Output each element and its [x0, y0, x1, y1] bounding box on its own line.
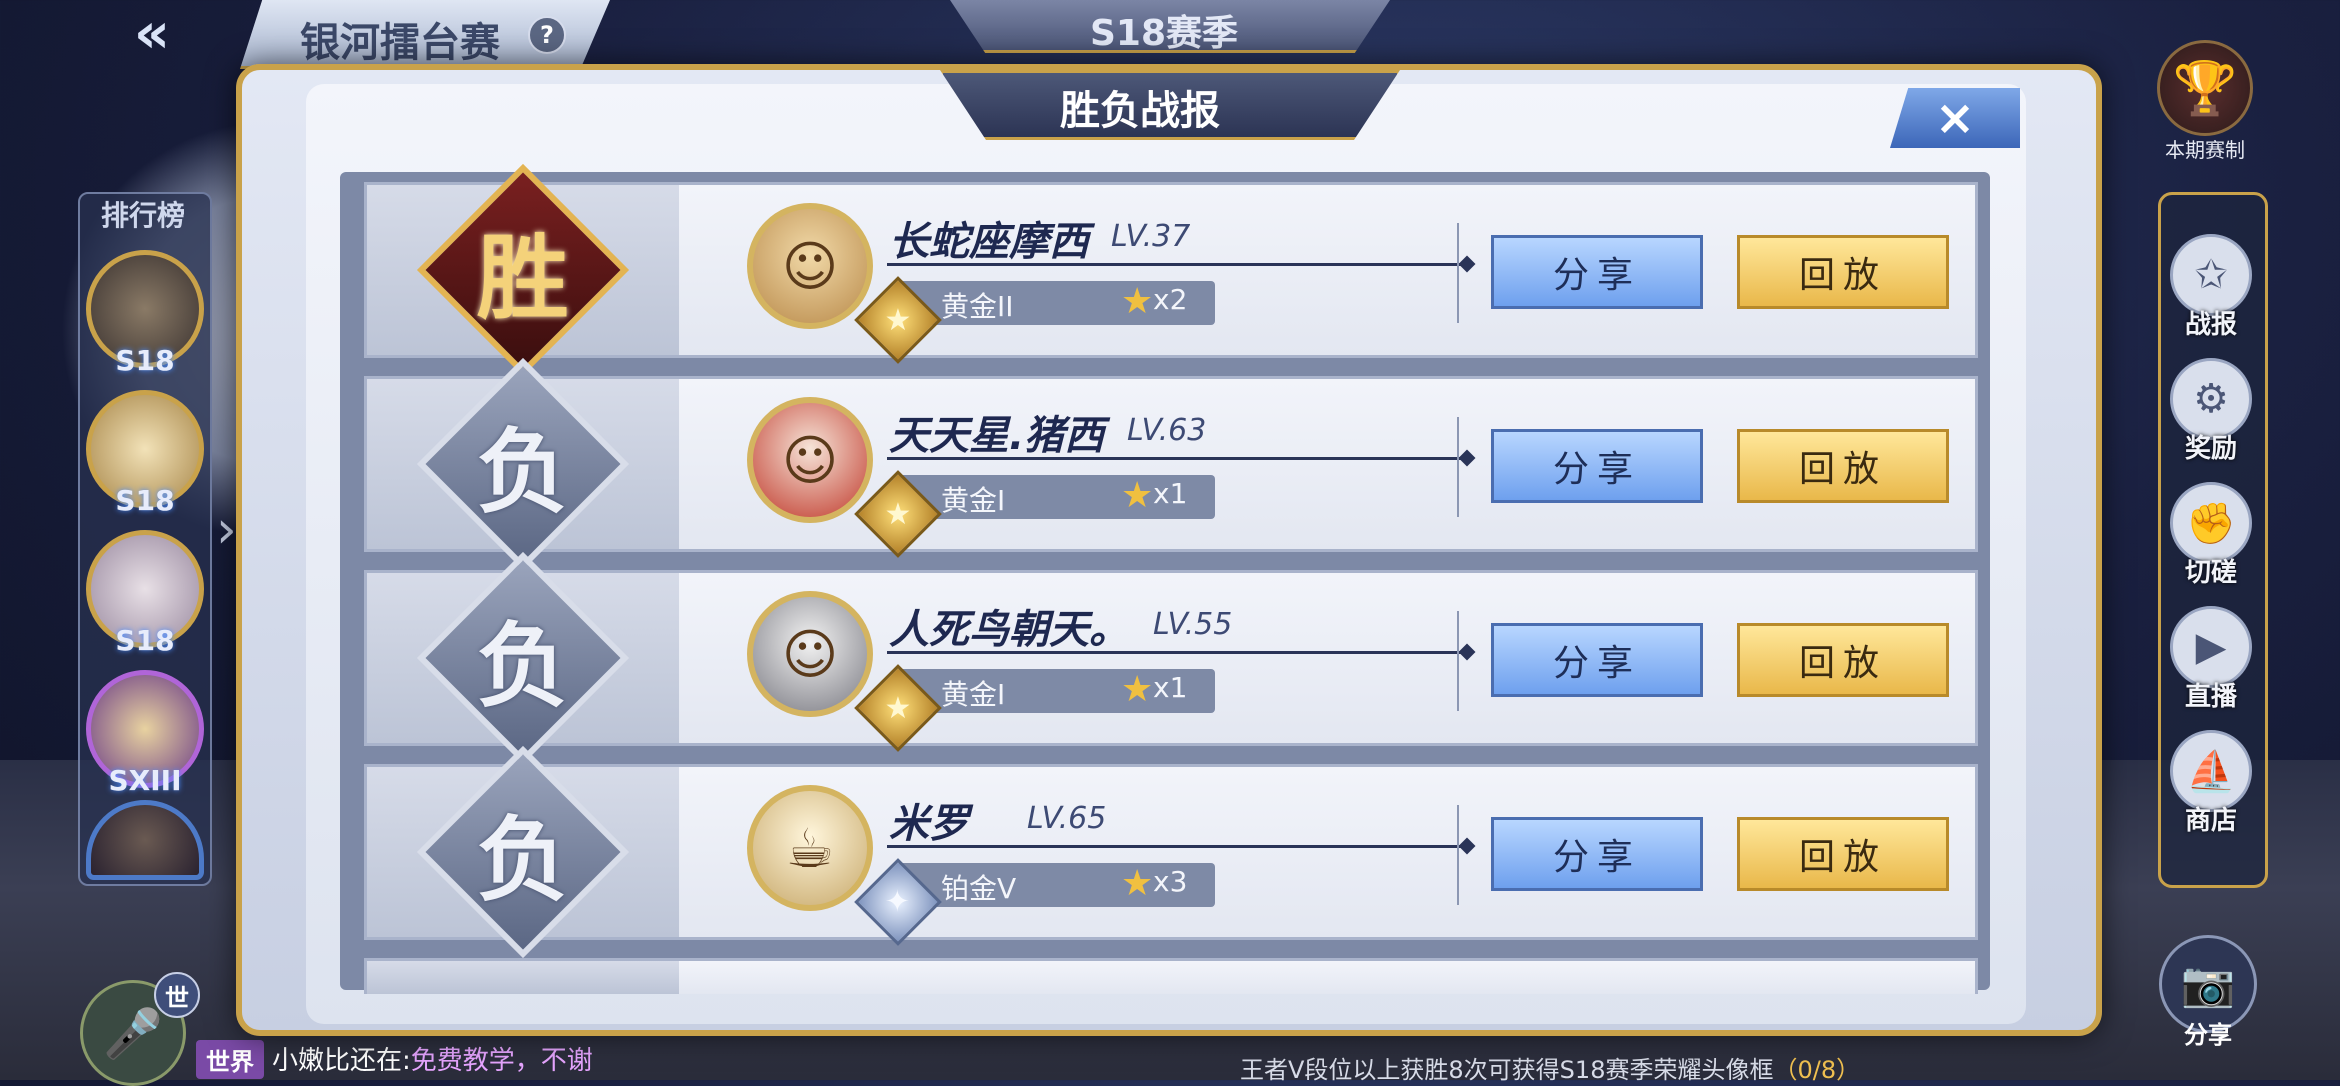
leaderboard-avatar[interactable]: SXIII [86, 670, 204, 797]
rank-name: 黄金I [941, 484, 1006, 517]
result-cell: 负 [367, 357, 679, 571]
result-cell [367, 961, 679, 994]
leaderboard-season-badge: S18 [115, 624, 175, 657]
loss-badge-icon: 负 [416, 357, 630, 571]
menu-live[interactable]: ▶ 直播 [2166, 606, 2256, 713]
menu-rewards[interactable]: ⚙ 奖励 [2166, 358, 2256, 465]
leaderboard-title: 排行榜 [100, 199, 185, 232]
result-cell: 负 [367, 551, 679, 765]
avatar-icon: ☕ [785, 816, 835, 880]
vertical-divider [1457, 805, 1459, 905]
player-avatar[interactable]: ☺ [747, 397, 873, 523]
avatar-icon: ☺ [781, 622, 839, 686]
rules-button[interactable]: 🏆 本期赛制 [2150, 40, 2260, 162]
vertical-divider [1457, 417, 1459, 517]
player-level: LV.55 [1153, 607, 1233, 642]
menu-label: 直播 [2184, 682, 2237, 712]
result-label: 负 [476, 611, 570, 720]
record-row: 负 ☕ 米罗 LV.65 ✦ 铂金V ★ x3 分享 回放 [364, 745, 1978, 959]
rank-name: 黄金II [941, 290, 1014, 323]
page-title: 银河擂台赛 [300, 20, 500, 66]
rank-name: 铂金V [941, 872, 1017, 905]
screenshot-share-button[interactable]: 📷 分享 [2158, 935, 2258, 1050]
leaderboard-season-badge: SXIII [108, 764, 182, 797]
menu-label: 战报 [2184, 310, 2237, 340]
share-button[interactable]: 分享 [1491, 235, 1703, 309]
player-avatar[interactable]: ☺ [747, 591, 873, 717]
record-row: 负 ☺ 人死鸟朝天。 LV.55 ★ 黄金I ★ x1 分享 回放 [364, 551, 1978, 765]
result-label: 负 [476, 417, 570, 526]
replay-button[interactable]: 回放 [1737, 817, 1949, 891]
replay-button[interactable]: 回放 [1737, 623, 1949, 697]
player-avatar[interactable]: ☺ [747, 203, 873, 329]
chat-sender: 小嫩比还在: [272, 1046, 411, 1076]
chat-message[interactable]: 小嫩比还在:免费教学，不谢 [272, 1040, 593, 1077]
avatar-icon: ☺ [781, 428, 839, 492]
menu-label: 奖励 [2184, 434, 2237, 464]
divider-line [887, 457, 1467, 460]
rules-label: 本期赛制 [2165, 138, 2245, 162]
player-level: LV.65 [1027, 801, 1107, 836]
share-label: 分享 [2184, 1021, 2232, 1049]
divider-line [887, 845, 1467, 848]
menu-label: 切磋 [2184, 558, 2237, 588]
share-button[interactable]: 分享 [1491, 429, 1703, 503]
player-level: LV.37 [1111, 219, 1191, 254]
back-icon[interactable]: « [110, 1, 180, 66]
modal-title: 胜负战报 [1060, 88, 1220, 134]
star-icon: ★ [1121, 669, 1154, 710]
season-label: S18赛季 [1090, 13, 1239, 54]
star-icon: ★ [1121, 475, 1154, 516]
share-button[interactable]: 分享 [1491, 623, 1703, 697]
rank-star-count: x2 [1153, 283, 1188, 316]
player-name: 人死鸟朝天。 [889, 607, 1129, 653]
menu-label: 商店 [2184, 806, 2237, 836]
replay-button[interactable]: 回放 [1737, 429, 1949, 503]
star-icon: ★ [1121, 281, 1154, 322]
rank-star-count: x1 [1153, 477, 1188, 510]
chat-text: 免费教学，不谢 [410, 1046, 593, 1076]
world-channel-badge[interactable]: 世 [154, 972, 200, 1018]
rank-name: 黄金I [941, 678, 1006, 711]
vertical-divider [1457, 223, 1459, 323]
leaderboard-season-badge: S18 [115, 484, 175, 517]
share-button[interactable]: 分享 [1491, 817, 1703, 891]
player-name: 天天星.猪西 [889, 413, 1105, 459]
chevron-right-icon[interactable]: › [216, 500, 237, 560]
chat-channel-tag: 世界 [196, 1040, 264, 1079]
top-bar: « 银河擂台赛 ? S18赛季 [0, 0, 2340, 70]
divider-line [887, 651, 1467, 654]
result-label: 胜 [476, 223, 570, 332]
menu-battle-report[interactable]: ✩ 战报 [2166, 234, 2256, 341]
avatar-icon: ☺ [781, 234, 839, 298]
record-row: 负 ☺ 天天星.猪西 LV.63 ★ 黄金I ★ x1 分享 回放 [364, 357, 1978, 571]
leaderboard-avatar[interactable]: S18 [86, 250, 204, 377]
menu-spar[interactable]: ✊ 切磋 [2166, 482, 2256, 589]
result-cell: 负 [367, 745, 679, 959]
leaderboard-avatar[interactable]: S18 [86, 530, 204, 657]
close-icon[interactable]: × [1890, 88, 2020, 148]
vertical-divider [1457, 611, 1459, 711]
player-level: LV.63 [1127, 413, 1207, 448]
player-name: 米罗 [889, 801, 969, 847]
rank-star-count: x1 [1153, 671, 1188, 704]
result-cell: 胜 [367, 163, 679, 377]
star-icon: ★ [1121, 863, 1154, 904]
loss-badge-icon: 负 [416, 551, 630, 765]
menu-shop[interactable]: ⛵ 商店 [2166, 730, 2256, 837]
loss-badge-icon: 负 [416, 745, 630, 959]
player-name: 长蛇座摩西 [889, 219, 1089, 265]
leaderboard-avatar[interactable]: S18 [86, 390, 204, 517]
replay-button[interactable]: 回放 [1737, 235, 1949, 309]
record-row: 胜 ☺ 长蛇座摩西 LV.37 ★ 黄金II ★ x2 分享 回放 [364, 163, 1978, 377]
rank-star-count: x3 [1153, 865, 1188, 898]
divider-line [887, 263, 1467, 266]
leaderboard-season-badge: S18 [115, 344, 175, 377]
player-avatar[interactable]: ☕ [747, 785, 873, 911]
win-badge-icon: 胜 [416, 163, 630, 377]
help-icon[interactable]: ? [528, 16, 566, 54]
trophy-icon: 🏆 [2157, 40, 2253, 136]
record-row-partial [364, 958, 1978, 994]
result-label: 负 [476, 805, 570, 914]
